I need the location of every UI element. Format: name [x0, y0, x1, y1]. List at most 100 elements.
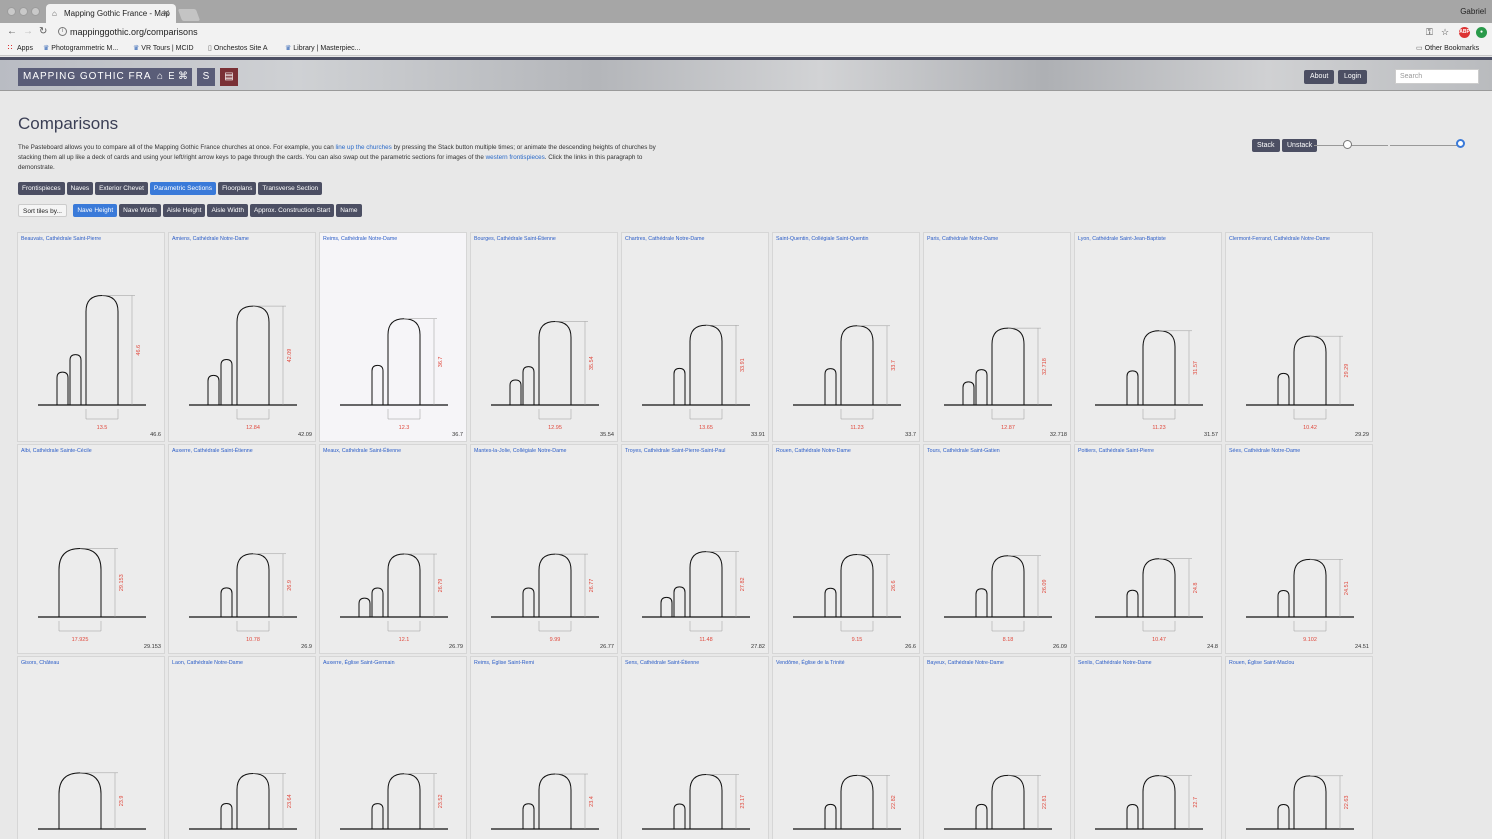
church-card[interactable]: Amiens, Cathédrale Notre-Dame 42.09 12.84 4… — [168, 232, 316, 442]
map-icon[interactable]: ⌘ — [174, 68, 192, 86]
close-tab-icon[interactable]: ✕ — [162, 8, 170, 19]
height-label: 33.91 — [740, 358, 746, 372]
new-tab-button[interactable] — [177, 9, 201, 21]
bookmark-photogrammetric[interactable]: ♛ Photogrammetric M... — [43, 44, 118, 52]
reload-icon[interactable]: ↻ — [39, 26, 47, 37]
church-card[interactable]: Reims, Cathédrale Notre-Dame 36.7 12.3 36.7 — [319, 232, 467, 442]
sort-aisle-width[interactable]: Aisle Width — [207, 204, 248, 217]
western-frontispieces-link[interactable]: western frontispieces — [486, 154, 545, 161]
line-up-link[interactable]: line up the churches — [335, 144, 391, 151]
church-card[interactable]: Meaux, Cathédrale Saint-Étienne 26.79 12.1… — [319, 444, 467, 654]
church-card[interactable]: Bayeux, Cathédrale Notre-Dame 22.81 — [923, 656, 1071, 839]
browser-tab[interactable]: ⌂ Mapping Gothic France - Map ✕ — [46, 4, 176, 23]
login-button[interactable]: Login — [1338, 70, 1368, 84]
church-card[interactable]: Rouen, Cathédrale Notre-Dame 26.6 9.15 26.6 — [772, 444, 920, 654]
view-exterior-chevet[interactable]: Exterior Chevet — [95, 182, 148, 195]
slider-track-2[interactable] — [1390, 145, 1460, 146]
nave-arch — [538, 553, 572, 617]
address-bar[interactable]: i mappinggothic.org/comparisons — [56, 25, 1436, 40]
church-card[interactable]: Chartres, Cathédrale Notre-Dame 33.91 13.6… — [621, 232, 769, 442]
sort-value: 29.29 — [1355, 432, 1369, 438]
church-card[interactable]: Reims, Église Saint-Remi 23.4 — [470, 656, 618, 839]
church-card[interactable]: Beauvais, Cathédrale Saint-Pierre 46.6 13.… — [17, 232, 165, 442]
church-card[interactable]: Senlis, Cathédrale Notre-Dame 22.7 — [1074, 656, 1222, 839]
church-card[interactable]: Gisors, Château 23.9 — [17, 656, 165, 839]
close-window-icon[interactable] — [7, 7, 16, 16]
sort-nave-height[interactable]: Nave Height — [73, 204, 118, 217]
church-card[interactable]: Tours, Cathédrale Saint-Gatien 26.09 8.18 2… — [923, 444, 1071, 654]
parametric-section-drawing: 31.57 11.23 — [1095, 330, 1203, 431]
sort-aisle-height[interactable]: Aisle Height — [162, 204, 206, 217]
nave-arch — [538, 320, 572, 405]
height-label: 22.82 — [891, 795, 897, 809]
height-label: 29.153 — [119, 574, 125, 591]
profile-name[interactable]: Gabriel — [1460, 7, 1486, 16]
sort-name[interactable]: Name — [336, 204, 362, 217]
info-icon[interactable]: i — [58, 27, 67, 36]
church-card[interactable]: Vendôme, Église de la Trinité 22.82 — [772, 656, 920, 839]
height-label: 23.52 — [438, 794, 444, 808]
church-card[interactable]: Saint-Quentin, Collégiale Saint-Quentin 3… — [772, 232, 920, 442]
maximize-window-icon[interactable] — [31, 7, 40, 16]
search-input[interactable]: Search — [1395, 69, 1479, 84]
parametric-section-drawing: 23.64 — [189, 772, 297, 830]
church-card[interactable]: Clermont-Ferrand, Cathédrale Notre-Dame 2… — [1225, 232, 1373, 442]
minimize-window-icon[interactable] — [19, 7, 28, 16]
about-button[interactable]: About — [1304, 70, 1335, 84]
back-icon[interactable]: ← — [7, 26, 17, 37]
view-floorplans[interactable]: Floorplans — [218, 182, 257, 195]
home-icon[interactable]: ⌂ — [151, 68, 169, 86]
church-card[interactable]: Sées, Cathédrale Notre-Dame 24.51 9.102 24.… — [1225, 444, 1373, 654]
width-label: 12.95 — [548, 425, 562, 431]
sort-nave-width[interactable]: Nave Width — [119, 204, 161, 217]
sort-value: 35.54 — [600, 432, 614, 438]
bookmark-onchestos[interactable]: ▯ Onchestos Site A — [208, 44, 268, 52]
width-label: 17.925 — [72, 637, 89, 643]
church-card[interactable]: Auxerre, Cathédrale Saint-Étienne 26.9 10.… — [168, 444, 316, 654]
forward-icon[interactable]: → — [23, 26, 33, 37]
parametric-section-drawing: 33.91 13.65 — [642, 324, 750, 431]
bookmark-library[interactable]: ♛ Library | Masterpiec... — [285, 44, 360, 52]
church-card[interactable]: Laon, Cathédrale Notre-Dame 23.64 — [168, 656, 316, 839]
nave-arch — [1293, 775, 1327, 829]
aisle-arch — [69, 354, 82, 405]
church-card[interactable]: Lyon, Cathédrale Saint-Jean-Baptiste 31.5… — [1074, 232, 1222, 442]
church-card[interactable]: Mantes-la-Jolie, Collégiale Notre-Dame 26… — [470, 444, 618, 654]
view-transverse-section[interactable]: Transverse Section — [258, 182, 323, 195]
height-label: 22.81 — [1042, 795, 1048, 809]
other-bookmarks[interactable]: ▭ Other Bookmarks — [1416, 44, 1479, 52]
key-icon[interactable]: ⚿ — [1426, 27, 1433, 38]
parametric-section-drawing: 26.9 10.78 — [189, 553, 297, 643]
sort-buttons: Sort tiles by... Nave Height Nave Width Ai… — [18, 204, 364, 222]
adblock-icon[interactable]: ABP — [1459, 27, 1470, 38]
view-naves[interactable]: Naves — [66, 182, 94, 195]
slider-knob-1[interactable] — [1343, 140, 1353, 149]
church-card[interactable]: Albi, Cathédrale Sainte-Cécile 29.153 17.9… — [17, 444, 165, 654]
extension-icon[interactable]: ● — [1476, 27, 1487, 38]
compare-icon[interactable]: ▤ — [220, 68, 238, 86]
stack-button[interactable]: Stack — [1252, 139, 1280, 152]
church-card[interactable]: Rouen, Église Saint-Maclou 22.63 — [1225, 656, 1373, 839]
church-card[interactable]: Sens, Cathédrale Saint-Étienne 23.17 — [621, 656, 769, 839]
aisle-arch — [673, 586, 686, 617]
church-card[interactable]: Auxerre, Église Saint-Germain 23.52 — [319, 656, 467, 839]
sort-approx-construction-start[interactable]: Approx. Construction Start — [249, 204, 335, 217]
s-icon[interactable]: S — [197, 68, 215, 86]
church-card[interactable]: Paris, Cathédrale Notre-Dame 32.718 12.87 3… — [923, 232, 1071, 442]
church-card[interactable]: Poitiers, Cathédrale Saint-Pierre 24.8 10.… — [1074, 444, 1222, 654]
page-icon: ▯ — [208, 45, 212, 52]
bookmark-star-icon[interactable]: ☆ — [1441, 27, 1449, 38]
parametric-section-drawing: 26.09 8.18 — [944, 555, 1052, 643]
view-frontispieces[interactable]: Frontispieces — [18, 182, 65, 195]
width-label: 10.42 — [1303, 425, 1317, 431]
unstack-button[interactable]: Unstack — [1282, 139, 1318, 152]
site-favicon-icon: ⌂ — [52, 9, 57, 18]
church-card[interactable]: Troyes, Cathédrale Saint-Pierre-Saint-Pa… — [621, 444, 769, 654]
bookmark-vr-tours[interactable]: ♛ VR Tours | MCID — [133, 44, 194, 52]
bookmark-apps[interactable]: Apps — [7, 44, 33, 52]
church-card[interactable]: Bourges, Cathédrale Saint-Étienne 35.54 12… — [470, 232, 618, 442]
nave-arch — [236, 553, 270, 617]
view-parametric-sections[interactable]: Parametric Sections — [149, 182, 217, 195]
parametric-section-drawing: 29.29 10.42 — [1246, 335, 1354, 431]
slider-knob-2[interactable] — [1456, 139, 1465, 148]
